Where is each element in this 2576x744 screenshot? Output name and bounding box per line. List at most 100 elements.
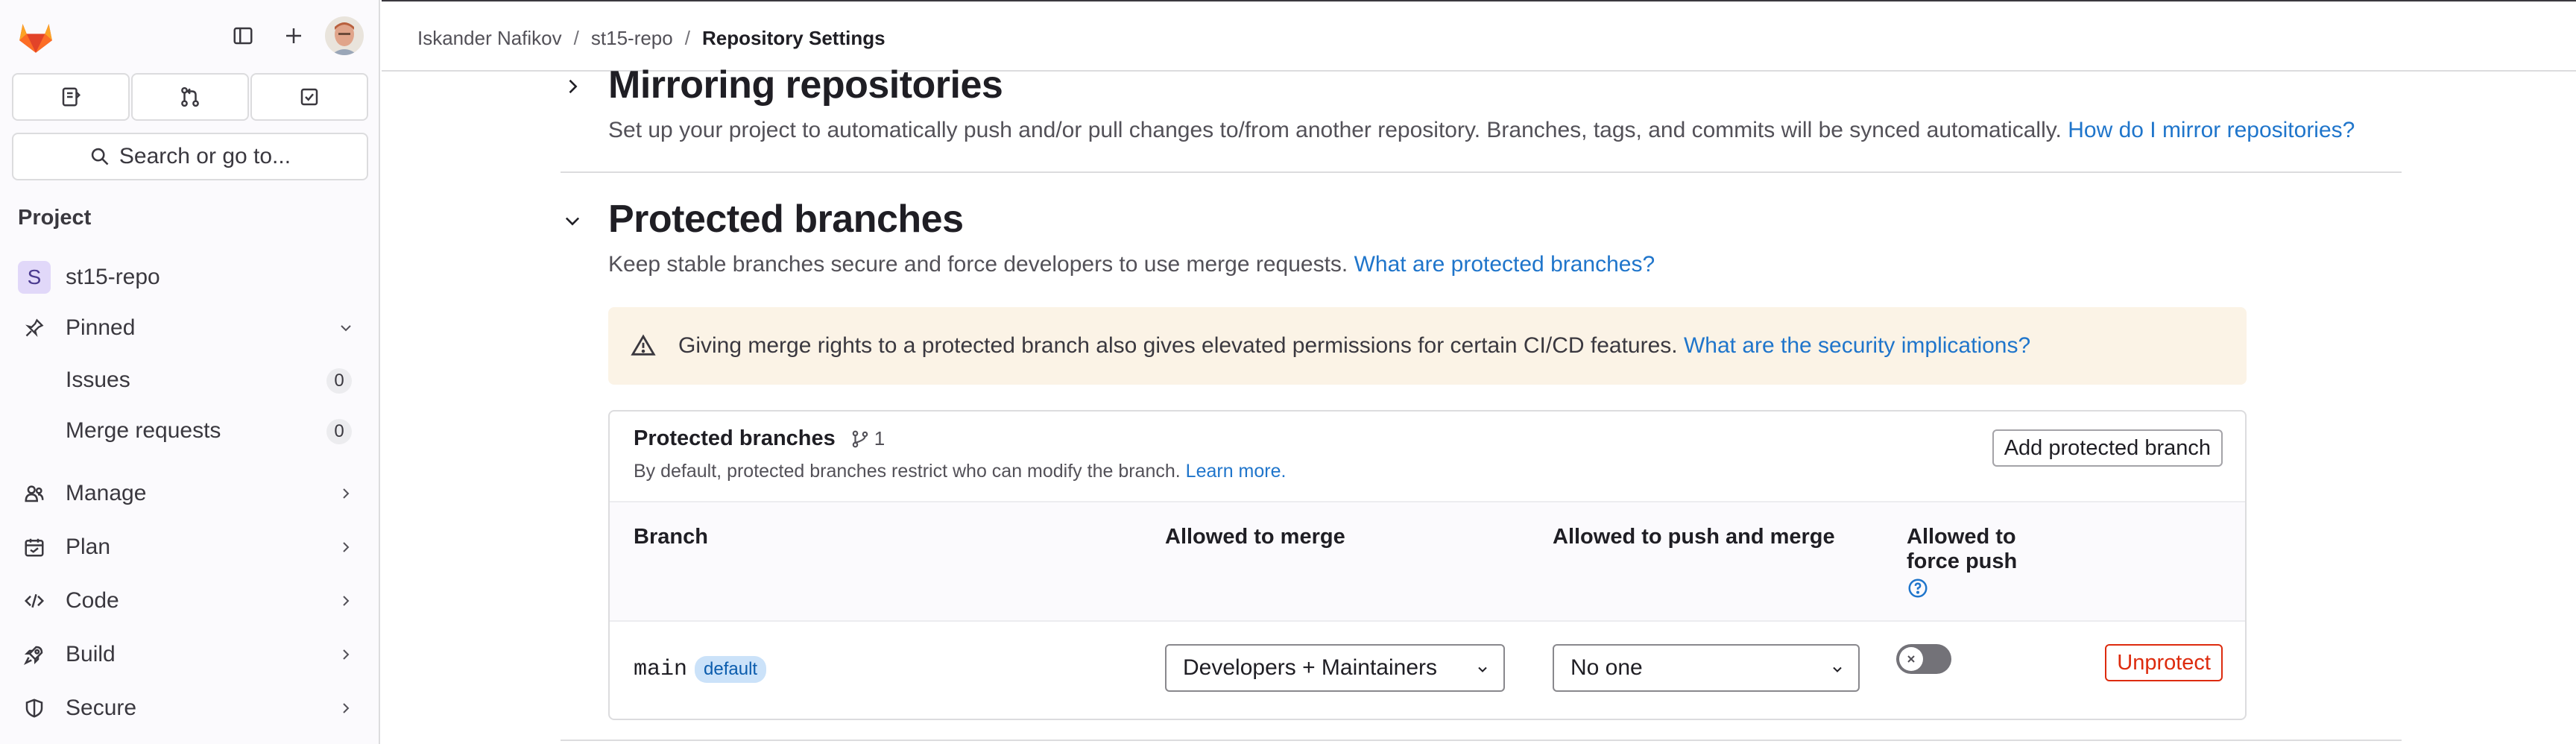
breadcrumb-user[interactable]: Iskander Nafikov [417, 27, 562, 50]
users-icon [19, 482, 49, 505]
allowed-to-merge-value: Developers + Maintainers [1183, 655, 1438, 680]
chevron-down-icon [337, 319, 355, 337]
search-label: Search or go to... [119, 144, 291, 168]
branch-count: 1 [850, 427, 885, 450]
card-title-text: Protected branches [634, 426, 836, 450]
default-badge: default [695, 656, 767, 683]
merge-requests-count-badge: 0 [326, 419, 352, 444]
column-branch: Branch [634, 525, 708, 549]
chevron-right-icon [337, 646, 355, 663]
protected-branches-title: Protected branches [608, 198, 964, 241]
avatar[interactable] [325, 16, 364, 55]
plus-icon[interactable] [276, 18, 312, 54]
column-force-push-line1: Allowed to [1907, 525, 2016, 549]
table-row: main default Developers + Maintainers No… [610, 622, 2245, 719]
sidebar-item-pinned[interactable]: Pinned [12, 304, 368, 352]
sidebar-item-secure[interactable]: Secure [12, 684, 368, 732]
top-bar: Iskander Nafikov / st15-repo / Repositor… [382, 0, 2576, 72]
chevron-right-icon [337, 485, 355, 502]
force-push-toggle[interactable] [1896, 644, 1951, 674]
gitlab-logo[interactable] [15, 15, 57, 57]
branch-count-value: 1 [874, 427, 886, 450]
sidebar: Search or go to... Project S st15-repo P… [0, 0, 380, 744]
learn-more-link[interactable]: Learn more. [1186, 461, 1287, 482]
sidebar-item-merge-requests[interactable]: Merge requests 0 [12, 407, 368, 455]
calendar-icon [19, 536, 49, 558]
protected-branches-card: Protected branches 1 By default, protect… [608, 410, 2247, 720]
todo-button[interactable] [250, 73, 368, 121]
table-header: Branch Allowed to merge Allowed to push … [610, 501, 2245, 622]
rocket-icon [19, 643, 49, 666]
issues-icon [62, 87, 81, 107]
security-implications-link[interactable]: What are the security implications? [1684, 333, 2030, 359]
protected-branches-description: Keep stable branches secure and force de… [608, 252, 1655, 277]
sidebar-item-label: Pinned [66, 315, 136, 340]
todo-icon [300, 88, 318, 106]
shield-icon [19, 697, 49, 719]
sidebar-item-project[interactable]: S st15-repo [12, 253, 368, 301]
column-force-push-line2: force push [1907, 549, 2018, 573]
chevron-right-icon [337, 699, 355, 717]
merge-request-icon [181, 86, 199, 107]
protected-description-text: Keep stable branches secure and force de… [608, 252, 1348, 277]
project-avatar: S [18, 261, 51, 294]
branch-name: main default [634, 656, 767, 683]
expand-mirroring-chevron-right-icon[interactable] [558, 72, 587, 101]
breadcrumb-project[interactable]: st15-repo [591, 27, 673, 50]
help-icon[interactable] [1907, 577, 2017, 599]
main-content: Mirroring repositories Set up your proje… [382, 63, 2576, 744]
card-header: Protected branches 1 By default, protect… [610, 412, 2245, 501]
breadcrumb-separator: / [573, 27, 579, 49]
sidebar-item-issues[interactable]: Issues 0 [12, 356, 368, 404]
sidebar-item-label: Issues [66, 368, 130, 392]
sidebar-item-plan[interactable]: Plan [12, 523, 368, 571]
sidebar-item-manage[interactable]: Manage [12, 470, 368, 517]
merge-requests-button[interactable] [131, 73, 249, 121]
breadcrumb-separator: / [684, 27, 690, 49]
sidebar-item-label: Build [66, 642, 116, 666]
code-icon [19, 590, 49, 612]
breadcrumb-current[interactable]: Repository Settings [702, 27, 886, 50]
warning-alert: Giving merge rights to a protected branc… [608, 307, 2247, 385]
project-name: st15-repo [66, 265, 160, 289]
breadcrumb: Iskander Nafikov / st15-repo / Repositor… [417, 27, 886, 50]
search-button[interactable]: Search or go to... [12, 133, 368, 180]
sidebar-item-label: Code [66, 588, 119, 613]
allowed-to-push-dropdown[interactable]: No one [1553, 644, 1860, 692]
assigned-issues-button[interactable] [12, 73, 130, 121]
chevron-right-icon [337, 538, 355, 556]
mirroring-description-text: Set up your project to automatically pus… [608, 118, 2062, 142]
add-protected-branch-button[interactable]: Add protected branch [1992, 429, 2223, 467]
allowed-to-push-value: No one [1570, 655, 1643, 680]
sidebar-item-label: Plan [66, 535, 111, 559]
sidebar-item-label: Manage [66, 481, 147, 505]
sidebar-item-code[interactable]: Code [12, 577, 368, 625]
card-subtitle-text: By default, protected branches restrict … [634, 461, 1181, 482]
branch-name-text: main [634, 657, 688, 682]
section-divider [561, 740, 2402, 741]
sidebar-item-build[interactable]: Build [12, 631, 368, 678]
warning-icon [631, 333, 656, 359]
column-force-push: Allowed to force push [1907, 525, 2017, 599]
mirroring-title: Mirroring repositories [608, 63, 1003, 107]
chevron-right-icon [337, 592, 355, 610]
branch-icon [852, 430, 868, 447]
warning-alert-text: Giving merge rights to a protected branc… [678, 333, 1678, 358]
mirroring-description: Set up your project to automatically pus… [608, 118, 2355, 143]
allowed-to-merge-dropdown[interactable]: Developers + Maintainers [1165, 644, 1505, 692]
column-allowed-to-push: Allowed to push and merge [1553, 525, 1835, 549]
card-title: Protected branches 1 [634, 426, 885, 451]
pin-icon [19, 318, 49, 338]
sidebar-item-label: Secure [66, 696, 137, 720]
chevron-down-icon [1830, 662, 1845, 677]
section-divider [561, 171, 2402, 173]
sidebar-item-label: Merge requests [66, 418, 221, 443]
sidebar-toggle-icon[interactable] [225, 18, 261, 54]
protected-help-link[interactable]: What are protected branches? [1354, 252, 1655, 277]
issues-count-badge: 0 [326, 368, 352, 394]
sidebar-section-title: Project [18, 206, 92, 230]
mirroring-help-link[interactable]: How do I mirror repositories? [2068, 118, 2355, 142]
card-subtitle: By default, protected branches restrict … [634, 461, 1286, 482]
unprotect-button[interactable]: Unprotect [2105, 644, 2223, 681]
collapse-protected-chevron-down-icon[interactable] [558, 206, 587, 236]
